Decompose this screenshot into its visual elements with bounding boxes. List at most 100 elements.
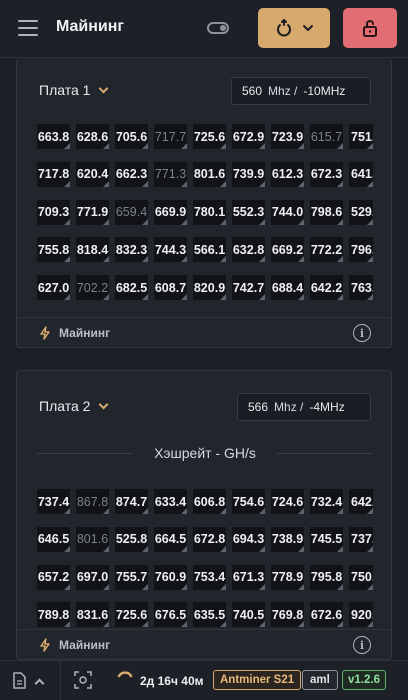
- chip-hashrate-cell: 744.3: [154, 237, 187, 263]
- chip-hashrate-cell: 612.3: [271, 161, 304, 187]
- chip-hashrate-cell: 763.: [349, 275, 373, 301]
- chip-hashrate-cell: 676.5: [154, 602, 187, 628]
- divider: [277, 453, 373, 454]
- chip-hashrate-cell: 702.2: [76, 275, 109, 301]
- bolt-icon: [40, 638, 50, 652]
- frequency-field[interactable]: 560 Mhz / -10MHz: [231, 77, 371, 105]
- document-icon[interactable]: [12, 672, 26, 689]
- frequency-unit: Mhz /: [274, 400, 304, 414]
- board-label: Плата 2: [39, 398, 91, 414]
- chip-hashrate-cell: 671.3: [232, 564, 265, 590]
- chip-hashrate-cell: 669.9: [154, 199, 187, 225]
- chip-hashrate-cell: 705.6: [115, 124, 148, 149]
- board-card-1: Плата 1 560 Mhz / -10MHz 663.8 628.6 705.6…: [16, 58, 392, 348]
- chip-hashrate-cell: 709.3: [37, 199, 70, 225]
- chip-hashrate-cell: 738.9: [271, 526, 304, 552]
- chip-hashrate-cell: 755.8: [37, 237, 70, 263]
- chip-hashrate-cell: 657.2: [37, 564, 70, 590]
- page-title: Майнинг: [56, 18, 125, 35]
- chip-hashrate-cell: 754.6: [232, 489, 265, 514]
- chip-hashrate-cell: 552.3: [232, 199, 265, 225]
- chip-hashrate-cell: 682.5: [115, 275, 148, 301]
- chevron-down-icon: [303, 25, 313, 31]
- chip-hashrate-cell: 628.6: [76, 124, 109, 149]
- chip-hashrate-cell: 801.6: [76, 526, 109, 552]
- chip-hashrate-cell: 641.: [349, 161, 373, 187]
- chip-hashrate-cell: 737.4: [37, 489, 70, 514]
- chip-hashrate-cell: 642.2: [310, 275, 343, 301]
- chip-hashrate-cell: 772.2: [310, 237, 343, 263]
- chip-hashrate-cell: 725.6: [115, 602, 148, 628]
- top-bar: Майнинг: [0, 0, 408, 58]
- chip-hashrate-cell: 724.6: [271, 489, 304, 514]
- chip-hashrate-cell: 874.7: [115, 489, 148, 514]
- chip-hashrate-cell: 732.4: [310, 489, 343, 514]
- chip-hashrate-cell: 831.6: [76, 602, 109, 628]
- chip-hashrate-cell: 627.0: [37, 275, 70, 301]
- chip-hashrate-cell: 737.: [349, 526, 373, 552]
- chip-hashrate-cell: 615.7: [310, 124, 343, 149]
- info-icon[interactable]: i: [353, 324, 371, 342]
- unlock-button[interactable]: [343, 8, 397, 48]
- hamburger-icon[interactable]: [18, 20, 38, 36]
- board-status-bar: Майнинг i: [17, 629, 391, 659]
- chip-hashrate-cell: 771.3: [154, 161, 187, 187]
- scan-icon[interactable]: [74, 671, 92, 689]
- chip-hashrate-cell: 529.: [349, 199, 373, 225]
- chip-hashrate-cell: 632.8: [232, 237, 265, 263]
- divider: [60, 661, 61, 700]
- chip-hashrate-cell: 753.4: [193, 564, 226, 590]
- uptime-spinner-icon: [117, 671, 133, 678]
- board-selector-2[interactable]: Плата 2: [39, 398, 109, 414]
- power-cycle-icon: [277, 19, 291, 37]
- chip-hashrate-cell: 608.7: [154, 275, 187, 301]
- chevron-down-icon: [98, 83, 109, 93]
- chip-hashrate-cell: 717.7: [154, 124, 187, 149]
- chip-hashrate-cell: 717.8: [37, 161, 70, 187]
- chip-hashrate-cell: 664.5: [154, 526, 187, 552]
- frequency-offset: -10MHz: [303, 84, 346, 98]
- board-label: Плата 1: [39, 82, 91, 98]
- chip-hashrate-cell: 620.4: [76, 161, 109, 187]
- frequency-offset: -4MHz: [309, 400, 345, 414]
- chip-hashrate-cell: 566.1: [193, 237, 226, 263]
- chip-hashrate-cell: 659.4: [115, 199, 148, 225]
- reboot-menu-button[interactable]: [258, 8, 330, 48]
- chip-hashrate-cell: 760.9: [154, 564, 187, 590]
- chevron-up-icon[interactable]: [34, 678, 45, 689]
- chip-hashrate-cell: 725.6: [193, 124, 226, 149]
- chip-hashrate-cell: 920.: [349, 602, 373, 628]
- chip-hashrate-cell: 795.8: [310, 564, 343, 590]
- frequency-unit: Mhz /: [268, 84, 298, 98]
- chip-hashrate-cell: 755.7: [115, 564, 148, 590]
- chip-hashrate-cell: 669.2: [271, 237, 304, 263]
- chip-hashrate-cell: 606.8: [193, 489, 226, 514]
- chip-hashrate-cell: 742.7: [232, 275, 265, 301]
- chip-hashrate-cell: 751.: [349, 124, 373, 149]
- algo-badge: aml: [302, 670, 338, 690]
- chip-hashrate-cell: 525.8: [115, 526, 148, 552]
- chip-hashrate-cell: 820.9: [193, 275, 226, 301]
- chip-hashrate-cell: 723.9: [271, 124, 304, 149]
- uptime-value: 2д 16ч 40м: [140, 674, 204, 688]
- board-status-bar: Майнинг i: [17, 317, 391, 347]
- frequency-value: 566: [248, 400, 269, 414]
- chip-hashrate-cell: 663.8: [37, 124, 70, 149]
- board-selector-1[interactable]: Плата 1: [39, 82, 109, 98]
- toggle-icon[interactable]: [207, 22, 229, 34]
- chip-hashrate-cell: 662.3: [115, 161, 148, 187]
- chip-hashrate-cell: 672.9: [232, 124, 265, 149]
- frequency-value: 560: [242, 84, 263, 98]
- chip-hashrate-cell: 780.1: [193, 199, 226, 225]
- chip-hashrate-cell: 801.6: [193, 161, 226, 187]
- chip-hashrate-cell: 672.6: [310, 602, 343, 628]
- chip-hashrate-cell: 672.3: [310, 161, 343, 187]
- chip-hashrate-cell: 745.5: [310, 526, 343, 552]
- chip-hashrate-cell: 694.3: [232, 526, 265, 552]
- info-icon[interactable]: i: [353, 636, 371, 654]
- chip-hashrate-cell: 798.6: [310, 199, 343, 225]
- frequency-field[interactable]: 566 Mhz / -4MHz: [237, 393, 371, 421]
- chip-hashrate-cell: 778.9: [271, 564, 304, 590]
- chip-hashrate-cell: 818.4: [76, 237, 109, 263]
- chip-hashrate-cell: 642.: [349, 489, 373, 514]
